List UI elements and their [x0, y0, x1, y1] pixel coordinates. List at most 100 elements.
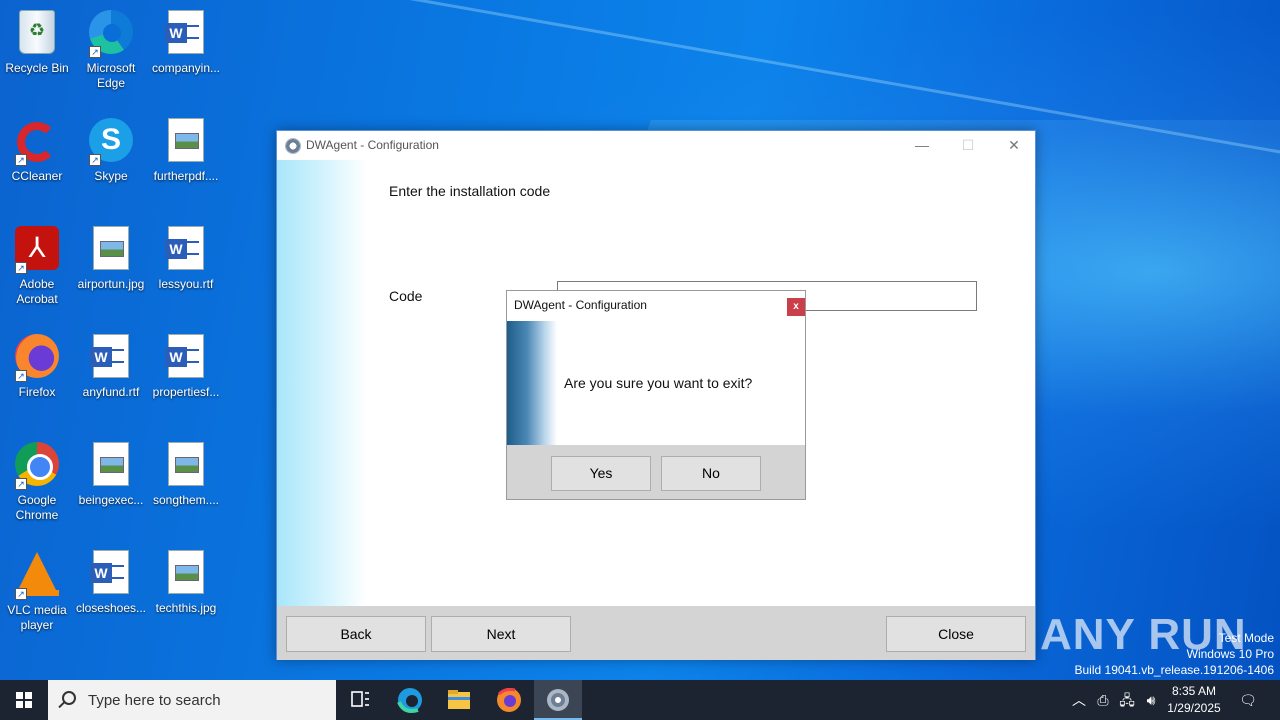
minimize-button[interactable]: — — [899, 131, 945, 160]
shortcut-arrow-icon: ↗ — [15, 588, 27, 600]
image-file-icon — [93, 226, 129, 270]
desktop-icon-label: CCleaner — [11, 169, 63, 183]
desktop-icon-songthem[interactable]: songthem.... — [149, 440, 223, 508]
image-file-icon — [93, 442, 129, 486]
desktop-icon-label: companyin... — [151, 61, 221, 75]
volume-icon[interactable]: 🔊︎ — [1140, 680, 1162, 720]
desktop-icon-google-chrome[interactable]: ↗ Google Chrome — [0, 440, 74, 523]
taskbar-file-explorer-button[interactable] — [435, 680, 483, 720]
wizard-button-bar: Back Next Close — [277, 606, 1035, 660]
desktop-icon-beingexec[interactable]: beingexec... — [74, 440, 148, 508]
maximize-button[interactable]: ☐ — [945, 131, 991, 160]
taskbar-firefox-button[interactable] — [485, 680, 533, 720]
dialog-titlebar[interactable]: DWAgent - Configuration x — [507, 291, 805, 320]
dialog-close-button[interactable]: x — [787, 298, 805, 316]
desktop-icon-label: furtherpdf.... — [153, 169, 219, 183]
shortcut-arrow-icon: ↗ — [15, 154, 27, 166]
device-icon[interactable]: ⎙ — [1092, 680, 1114, 720]
show-hidden-icons-button[interactable]: ︿ — [1068, 680, 1090, 720]
recycle-bin-icon: ♻ — [19, 10, 55, 54]
desktop-icon-label: VLC media player — [7, 603, 67, 632]
page-heading: Enter the installation code — [389, 183, 551, 199]
search-icon — [62, 691, 76, 705]
shortcut-arrow-icon: ↗ — [15, 262, 27, 274]
desktop-icon-propertiesf[interactable]: W propertiesf... — [149, 332, 223, 400]
taskbar-edge-button[interactable] — [386, 680, 434, 720]
desktop-icon-ccleaner[interactable]: ↗ CCleaner — [0, 116, 74, 184]
edge-icon — [397, 688, 422, 713]
desktop-icon-label: propertiesf... — [152, 385, 220, 399]
dwagent-gear-icon — [285, 138, 301, 154]
taskbar-dwagent-button[interactable] — [534, 680, 582, 720]
taskbar: Type here to search ︿ ⎙ 🖧 🔊︎ 8:35 AM 1/2… — [0, 680, 1280, 720]
desktop-icon-label: songthem.... — [152, 493, 220, 507]
task-view-button[interactable] — [336, 680, 384, 720]
start-button[interactable] — [0, 680, 48, 720]
word-document-icon: W — [90, 550, 129, 594]
desktop-icon-microsoft-edge[interactable]: ↗ Microsoft Edge — [74, 8, 148, 91]
desktop-icon-adobe-acrobat[interactable]: ⅄ ↗ Adobe Acrobat — [0, 224, 74, 307]
image-file-icon — [168, 118, 204, 162]
desktop-icon-label: airportun.jpg — [77, 277, 145, 291]
task-view-icon — [351, 691, 369, 707]
notifications-icon[interactable]: 🗨︎ — [1234, 680, 1262, 720]
shortcut-arrow-icon: ↗ — [89, 46, 101, 58]
dwagent-icon — [547, 689, 569, 711]
desktop-icon-skype[interactable]: S ↗ Skype — [74, 116, 148, 184]
window-titlebar[interactable]: DWAgent - Configuration — ☐ ✕ — [277, 131, 1035, 160]
desktop-icon-furtherpdf[interactable]: furtherpdf.... — [149, 116, 223, 184]
watermark-line: Test Mode — [1218, 631, 1274, 645]
clock-time: 8:35 AM — [1171, 684, 1217, 698]
network-icon[interactable]: 🖧 — [1116, 680, 1138, 720]
desktop-icon-label: anyfund.rtf — [82, 385, 140, 399]
wizard-sidebar-gradient — [277, 160, 367, 606]
desktop-icon-label: Microsoft Edge — [86, 61, 136, 90]
taskbar-search-box[interactable]: Type here to search — [48, 680, 336, 720]
desktop-icon-techthis[interactable]: techthis.jpg — [149, 548, 223, 616]
desktop-icon-closeshoes[interactable]: W closeshoes... — [74, 548, 148, 616]
dialog-title: DWAgent - Configuration — [514, 298, 647, 312]
dialog-button-bar: Yes No — [507, 445, 805, 499]
desktop-icon-label: beingexec... — [78, 493, 144, 507]
desktop-icon-label: techthis.jpg — [155, 601, 217, 615]
dialog-side-gradient — [507, 321, 557, 445]
shortcut-arrow-icon: ↗ — [89, 154, 101, 166]
taskbar-clock[interactable]: 8:35 AM 1/29/2025 — [1160, 683, 1228, 717]
desktop-icon-recycle-bin[interactable]: ♻ Recycle Bin — [0, 8, 74, 76]
word-document-icon: W — [90, 334, 129, 378]
close-window-button[interactable]: ✕ — [991, 131, 1037, 160]
desktop-icon-lessyou[interactable]: W lessyou.rtf — [149, 224, 223, 292]
vlc-icon — [15, 552, 59, 596]
file-explorer-icon — [448, 690, 470, 709]
desktop-icon-anyfund[interactable]: W anyfund.rtf — [74, 332, 148, 400]
image-file-icon — [168, 550, 204, 594]
clock-date: 1/29/2025 — [1167, 701, 1221, 715]
word-document-icon: W — [165, 226, 204, 270]
back-button[interactable]: Back — [286, 616, 426, 652]
desktop-icon-label: Skype — [94, 169, 128, 183]
search-placeholder: Type here to search — [88, 692, 221, 709]
code-label: Code — [389, 288, 423, 304]
next-button[interactable]: Next — [431, 616, 571, 652]
watermark-line: Build 19041.vb_release.191206-1406 — [1074, 663, 1275, 677]
no-button[interactable]: No — [661, 456, 761, 491]
firefox-icon — [497, 688, 521, 712]
desktop-icon-label: Google Chrome — [15, 493, 59, 522]
close-button[interactable]: Close — [886, 616, 1026, 652]
word-document-icon: W — [165, 334, 204, 378]
desktop-icon-label: Recycle Bin — [5, 61, 69, 75]
desktop-icon-label: Adobe Acrobat — [16, 277, 58, 306]
desktop-icon-vlc[interactable]: ↗ VLC media player — [0, 548, 74, 633]
desktop-icon-label: closeshoes... — [75, 601, 147, 615]
dialog-message: Are you sure you want to exit? — [564, 375, 753, 391]
desktop-icon-label: Firefox — [18, 385, 56, 399]
exit-confirmation-dialog: DWAgent - Configuration x Are you sure y… — [506, 290, 806, 500]
image-file-icon — [168, 442, 204, 486]
desktop-icon-firefox[interactable]: ↗ Firefox — [0, 332, 74, 400]
watermark-line: Windows 10 Pro — [1186, 647, 1274, 661]
word-document-icon: W — [165, 10, 204, 54]
desktop-icon-companyin[interactable]: W companyin... — [149, 8, 223, 76]
yes-button[interactable]: Yes — [551, 456, 651, 491]
windows-logo-icon — [16, 692, 32, 708]
desktop-icon-airportun[interactable]: airportun.jpg — [74, 224, 148, 292]
